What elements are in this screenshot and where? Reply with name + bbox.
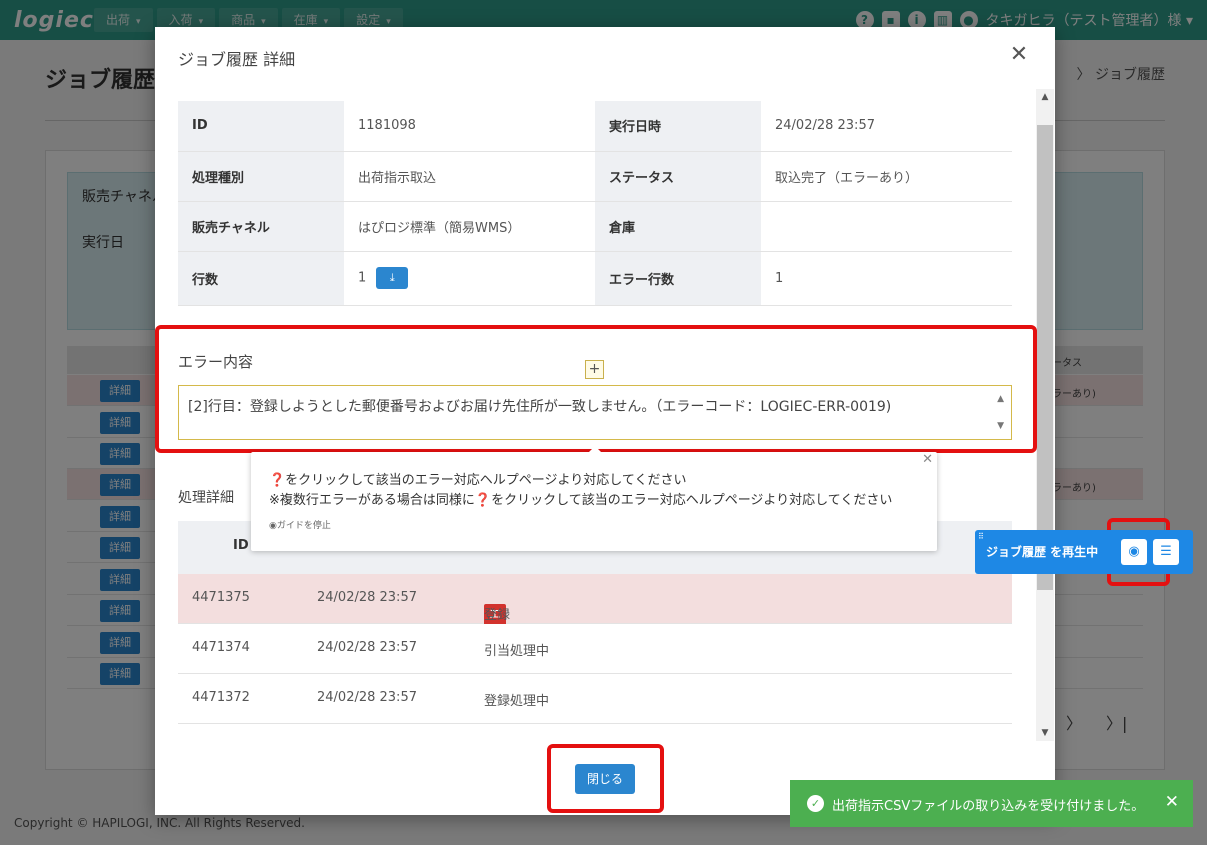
download-icon[interactable]: ⤓ [376, 267, 409, 289]
log-status: 引当処理中 [484, 644, 550, 659]
scroll-up-icon[interactable]: ▲ [1036, 89, 1054, 105]
warehouse-value [761, 201, 1012, 252]
guide-player: ⠿ ジョブ履歴 を再生中 ◉ ☰ [975, 530, 1193, 574]
check-icon: ✓ [807, 795, 824, 812]
modal-title: ジョブ履歴 詳細 [178, 50, 296, 69]
tooltip-line-2: ※複数行エラーがある場合は同様に❓をクリックして該当のエラー対応ヘルプページより… [269, 493, 893, 508]
log-id: 4471375 [192, 590, 250, 605]
toast-message: 出荷指示CSVファイルの取り込みを受け付けました。 [832, 799, 1145, 814]
channel-value: はぴロジ標準（簡易WMS） [344, 201, 595, 252]
highlight-close-button [547, 744, 664, 813]
log-id: 4471372 [192, 690, 250, 705]
row-count-value: 1 [358, 270, 367, 286]
process-detail-heading: 処理詳細 [178, 490, 234, 506]
stop-guide-link[interactable]: ◉ガイドを停止 [269, 518, 331, 531]
tooltip-arrow [589, 446, 601, 452]
field-label: 倉庫 [595, 201, 761, 252]
field-label: 実行日時 [595, 101, 761, 152]
log-time: 24/02/28 23:57 [317, 640, 417, 655]
table-row: 4471372 24/02/28 23:57 登録処理中 [178, 674, 1012, 724]
drag-handle-icon[interactable]: ⠿ [978, 532, 984, 541]
field-label: ID [178, 101, 344, 152]
tooltip-line-1: ❓をクリックして該当のエラー対応ヘルプページより対応してください [269, 473, 687, 488]
log-status: 登録処理中 [484, 694, 550, 709]
guide-tooltip: ✕ ❓をクリックして該当のエラー対応ヘルプページより対応してください ※複数行エ… [251, 446, 937, 551]
row-count-cell: 1 ⤓ [344, 251, 595, 306]
status-value: 取込完了（エラーあり） [761, 151, 1012, 202]
menu-icon[interactable]: ☰ [1153, 539, 1179, 565]
log-time: 24/02/28 23:57 [317, 590, 417, 605]
column-header-id: ID [233, 538, 249, 553]
field-label: 販売チャネル [178, 201, 344, 252]
highlight-error-content [155, 325, 1037, 453]
exec-datetime-value: 24/02/28 23:57 [761, 101, 1012, 152]
stop-icon[interactable]: ◉ [1121, 539, 1147, 565]
modal-scrollbar[interactable]: ▲ ▼ [1036, 89, 1054, 741]
scroll-down-icon[interactable]: ▼ [1036, 725, 1054, 741]
error-row-count-value: 1 [761, 251, 1012, 306]
process-type-value: 出荷指示取込 [344, 151, 595, 202]
scroll-thumb[interactable] [1037, 125, 1053, 590]
close-icon[interactable]: ✕ [1007, 43, 1031, 67]
table-row: 4471374 24/02/28 23:57 引当処理中 [178, 624, 1012, 674]
close-icon[interactable]: ✕ [922, 452, 933, 467]
job-id-value: 1181098 [344, 101, 595, 152]
log-time: 24/02/28 23:57 [317, 690, 417, 705]
field-label: 行数 [178, 251, 344, 306]
job-info-table: ID 1181098 実行日時 24/02/28 23:57 処理種別 出荷指示… [178, 101, 1012, 306]
player-status: ジョブ履歴 を再生中 [986, 545, 1099, 559]
field-label: ステータス [595, 151, 761, 202]
table-row: 4471375 24/02/28 23:57 エラーあり登録完了（エラーあり） [178, 574, 1012, 718]
field-label: エラー行数 [595, 251, 761, 306]
close-icon[interactable]: ✕ [1165, 792, 1179, 812]
log-id: 4471374 [192, 640, 250, 655]
field-label: 処理種別 [178, 151, 344, 202]
success-toast: ✓ 出荷指示CSVファイルの取り込みを受け付けました。 ✕ [790, 780, 1193, 827]
